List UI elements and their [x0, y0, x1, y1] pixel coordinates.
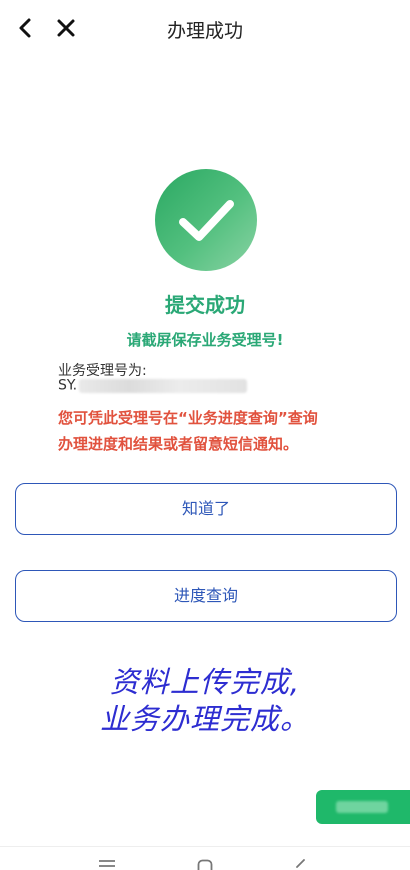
progress-hint-line1: 您可凭此受理号在“业务进度查询”查询	[58, 409, 318, 427]
overlay-caption: 资料上传完成, 业务办理完成。	[0, 664, 410, 738]
redacted-label	[336, 801, 388, 813]
floating-action-button[interactable]	[316, 790, 410, 824]
acceptance-number-prefix: SY.	[58, 377, 78, 394]
overlay-caption-line1: 资料上传完成,	[109, 665, 301, 699]
home-icon[interactable]	[197, 858, 213, 870]
menu-icon[interactable]	[98, 858, 116, 870]
screenshot-notice: 请截屏保存业务受理号!	[126, 331, 284, 349]
back-icon[interactable]	[294, 858, 308, 870]
success-heading: 提交成功	[165, 293, 245, 317]
got-it-button[interactable]: 知道了	[15, 483, 397, 535]
top-bar: 办理成功	[0, 0, 410, 56]
progress-hint: 您可凭此受理号在“业务进度查询”查询 办理进度和结果或者留意短信通知。	[58, 405, 378, 457]
progress-query-button[interactable]: 进度查询	[15, 570, 397, 622]
acceptance-number: SY.	[58, 375, 248, 394]
checkmark-icon	[155, 169, 257, 271]
page-title: 办理成功	[166, 20, 243, 42]
overlay-caption-line2: 业务办理完成。	[99, 702, 310, 736]
system-nav-bar	[0, 846, 410, 870]
redacted-number	[79, 378, 248, 393]
progress-hint-line2: 办理进度和结果或者留意短信通知。	[58, 435, 299, 453]
